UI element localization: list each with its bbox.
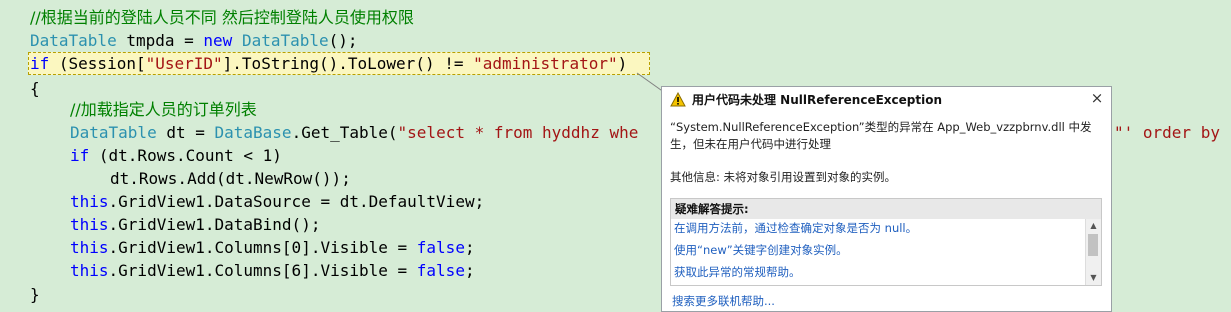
exception-assistant-popup: 用户代码未处理 NullReferenceException × “System… xyxy=(661,86,1112,312)
tips-header: 疑难解答提示: xyxy=(671,199,1101,219)
scroll-down-icon[interactable]: ▼ xyxy=(1086,271,1101,285)
tip-link[interactable]: 使用“new”关键字创建对象实例。 xyxy=(674,242,848,258)
close-icon[interactable]: × xyxy=(1089,89,1105,107)
additional-info: 其他信息: 未将对象引用设置到对象的实例。 xyxy=(670,170,897,184)
tip-link[interactable]: 获取此异常的常规帮助。 xyxy=(674,264,801,280)
scrollbar-thumb[interactable] xyxy=(1088,234,1098,256)
tip-link[interactable]: 在调用方法前，通过检查确定对象是否为 null。 xyxy=(674,220,917,236)
tips-scrollbar[interactable]: ▲ ▼ xyxy=(1085,219,1101,285)
exception-message-line: “System.NullReferenceException”类型的异常在 Ap… xyxy=(670,120,1092,134)
scroll-up-icon[interactable]: ▲ xyxy=(1086,219,1101,233)
popup-titlebar: 用户代码未处理 NullReferenceException × xyxy=(662,87,1111,113)
popup-title: 用户代码未处理 NullReferenceException xyxy=(692,93,942,107)
search-online-help-link[interactable]: 搜索更多联机帮助... xyxy=(672,293,775,309)
exception-message: “System.NullReferenceException”类型的异常在 Ap… xyxy=(670,119,1106,153)
warning-icon xyxy=(670,92,686,107)
exception-message-line: 生，但未在用户代码中进行处理 xyxy=(670,137,831,151)
troubleshooting-tips: 疑难解答提示: 在调用方法前，通过检查确定对象是否为 null。 使用“new”… xyxy=(670,198,1102,286)
